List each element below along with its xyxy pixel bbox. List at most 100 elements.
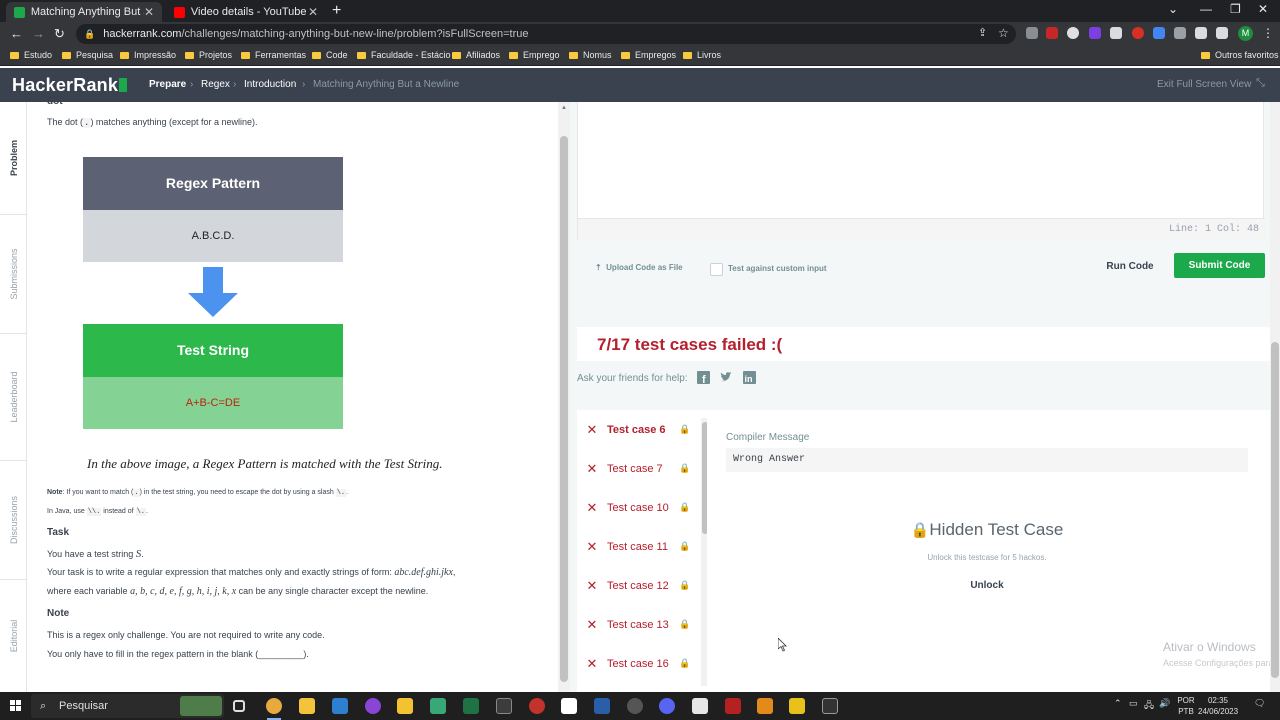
breadcrumb-regex[interactable]: Regex [201, 79, 230, 90]
twitter-icon[interactable] [720, 371, 733, 384]
test-case-item[interactable]: ✕ Test case 6 🔒 [577, 410, 697, 449]
app-icon[interactable] [822, 698, 838, 714]
close-tab-icon[interactable]: ✕ [308, 5, 318, 19]
bookmark-empregos[interactable]: Empregos [621, 50, 676, 60]
bookmark-faculdade[interactable]: Faculdade - Estácio [357, 50, 451, 60]
rail-tab-discussions[interactable]: Discussions [0, 461, 27, 579]
puzzle-extensions-icon[interactable] [1195, 27, 1207, 39]
bookmark-impressao[interactable]: Impressão [120, 50, 176, 60]
extension-icon[interactable] [1026, 27, 1038, 39]
upload-code-button[interactable]: ⇡ Upload Code as File [595, 263, 683, 272]
extension-icon[interactable] [1089, 27, 1101, 39]
hackerrank-logo[interactable]: HackerRank [12, 75, 128, 96]
rail-tab-leaderboard[interactable]: Leaderboard [0, 334, 27, 460]
side-panel-icon[interactable] [1216, 27, 1228, 39]
linkedin-icon[interactable]: in [743, 371, 756, 384]
test-case-item[interactable]: ✕ Test case 7 🔒 [577, 449, 697, 488]
app-icon[interactable] [365, 698, 381, 714]
breadcrumb-prepare[interactable]: Prepare [149, 79, 186, 90]
language-indicator[interactable]: POR PTB [1174, 695, 1198, 717]
adblock-icon[interactable] [1046, 27, 1058, 39]
share-icon[interactable]: ⇪ [978, 26, 987, 39]
bookmark-emprego[interactable]: Emprego [509, 50, 560, 60]
bookmark-estudo[interactable]: Estudo [10, 50, 52, 60]
bookmark-outros-favoritos[interactable]: Outros favoritos [1201, 50, 1279, 60]
bookmark-nomus[interactable]: Nomus [569, 50, 612, 60]
extension-icon[interactable] [1110, 27, 1122, 39]
right-pane-scrollbar[interactable] [1270, 102, 1280, 692]
rail-tab-problem[interactable]: Problem [0, 102, 27, 214]
app-icon[interactable] [496, 698, 512, 714]
reload-icon[interactable]: ↻ [54, 26, 65, 42]
extension-icon[interactable] [1067, 27, 1079, 39]
tab-youtube-studio[interactable]: Video details - YouTube Studio ✕ [166, 2, 326, 22]
bookmark-livros[interactable]: Livros [683, 50, 721, 60]
scrollbar-thumb[interactable] [1271, 342, 1279, 678]
run-code-button[interactable]: Run Code [1098, 255, 1162, 279]
tab-search-chevron-icon[interactable]: ⌄ [1168, 2, 1178, 16]
app-icon[interactable] [430, 698, 446, 714]
task-view-icon[interactable] [233, 700, 245, 712]
bookmark-afiliados[interactable]: Afiliados [452, 50, 500, 60]
minimize-icon[interactable]: — [1200, 2, 1212, 16]
back-icon[interactable]: ← [10, 26, 23, 41]
vscode-icon[interactable] [332, 698, 348, 714]
bookmark-code[interactable]: Code [312, 50, 348, 60]
facebook-icon[interactable]: f [697, 371, 710, 384]
menu-dots-icon[interactable]: ⋮ [1262, 26, 1274, 40]
scroll-up-icon[interactable]: ▲ [561, 105, 567, 111]
notion-icon[interactable] [561, 698, 577, 714]
custom-input-checkbox[interactable] [710, 263, 723, 276]
code-editor[interactable]: Line: 1 Col: 48 [577, 102, 1265, 240]
app-icon[interactable] [627, 698, 643, 714]
tray-app-icon[interactable]: ▭ [1129, 698, 1138, 709]
notifications-icon[interactable]: 🗨 [1254, 698, 1265, 709]
taskbar-clock[interactable]: 02:35 24/06/2023 [1198, 695, 1238, 717]
test-case-item[interactable]: ✕ Test case 11 🔒 [577, 527, 697, 566]
close-window-icon[interactable]: ✕ [1258, 2, 1268, 16]
app-icon[interactable] [789, 698, 805, 714]
exit-fullscreen-link[interactable]: Exit Full Screen View [1157, 79, 1251, 90]
bookmark-ferramentas[interactable]: Ferramentas [241, 50, 306, 60]
bookmark-pesquisa[interactable]: Pesquisa [62, 50, 113, 60]
app-icon[interactable] [757, 698, 773, 714]
url-input[interactable]: 🔒 hackerrank.com /challenges/matching-an… [76, 24, 1016, 44]
new-tab-icon[interactable]: + [332, 2, 341, 20]
app-icon[interactable] [725, 698, 741, 714]
chrome-icon[interactable] [266, 698, 282, 714]
app-icon[interactable] [529, 698, 545, 714]
extension-icon[interactable] [1132, 27, 1144, 39]
file-explorer-icon[interactable] [299, 698, 315, 714]
test-case-item[interactable]: ✕ Test case 16 🔒 [577, 644, 697, 683]
tray-chevron-icon[interactable]: ⌃ [1114, 698, 1122, 709]
rail-tab-editorial[interactable]: Editorial [0, 580, 27, 692]
unlock-button[interactable]: Unlock [707, 580, 1267, 591]
profile-avatar[interactable]: M [1238, 26, 1253, 41]
problem-scrollbar[interactable]: ▲ [558, 102, 570, 692]
excel-icon[interactable] [463, 698, 479, 714]
volume-icon[interactable]: 🔊 [1159, 698, 1170, 709]
tab-matching-anything[interactable]: Matching Anything But a Newline ✕ [6, 2, 162, 22]
extension-icon[interactable] [1153, 27, 1165, 39]
windows-start-icon[interactable] [10, 700, 22, 712]
scrollbar-thumb[interactable] [560, 136, 568, 682]
close-tab-icon[interactable]: ✕ [144, 5, 154, 19]
restore-icon[interactable]: ❐ [1230, 2, 1241, 16]
bookmark-projetos[interactable]: Projetos [185, 50, 232, 60]
network-icon[interactable]: 🖧 [1144, 698, 1154, 714]
rail-tab-submissions[interactable]: Submissions [0, 215, 27, 333]
submit-code-button[interactable]: Submit Code [1174, 253, 1265, 278]
custom-input-label[interactable]: Test against custom input [728, 264, 827, 273]
app-icon[interactable] [594, 698, 610, 714]
test-case-item[interactable]: ✕ Test case 10 🔒 [577, 488, 697, 527]
forward-icon[interactable]: → [32, 26, 45, 41]
test-case-item[interactable]: ✕ Test case 13 🔒 [577, 605, 697, 644]
app-icon[interactable] [692, 698, 708, 714]
test-case-item[interactable]: ✕ Test case 12 🔒 [577, 566, 697, 605]
app-icon[interactable] [397, 698, 413, 714]
breadcrumb-introduction[interactable]: Introduction [244, 79, 296, 90]
exit-fullscreen-icon[interactable]: ⤡ [1256, 77, 1265, 90]
bookmark-star-icon[interactable]: ☆ [998, 26, 1009, 40]
download-icon[interactable] [1174, 27, 1186, 39]
discord-icon[interactable] [659, 698, 675, 714]
